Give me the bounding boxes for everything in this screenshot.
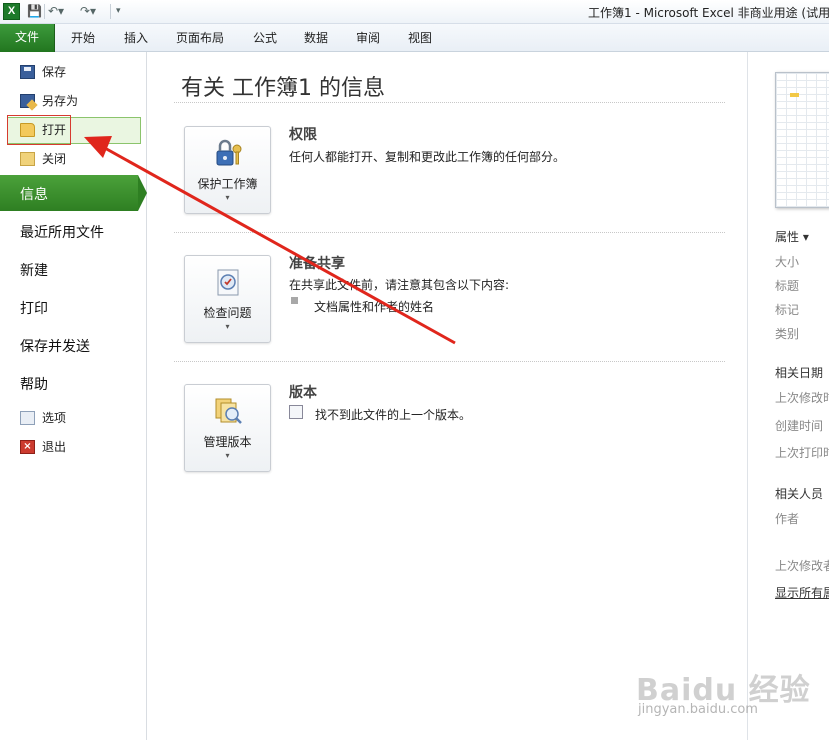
property-category: 类别	[775, 327, 800, 341]
save-command-label: 保存	[42, 65, 67, 79]
quick-save-icon[interactable]: 💾	[27, 3, 43, 20]
related-people-heading: 相关人员	[775, 487, 824, 501]
nav-item-recent[interactable]: 最近所用文件	[20, 222, 104, 242]
lock-key-icon	[216, 139, 242, 166]
tab-home[interactable]: 开始	[71, 29, 95, 46]
manage-versions-label: 管理版本	[203, 435, 252, 449]
divider	[174, 232, 725, 233]
options-command-label: 选项	[42, 411, 67, 425]
active-cell	[790, 93, 799, 97]
options-icon	[20, 411, 35, 425]
protect-workbook-label: 保护工作簿	[197, 177, 258, 191]
properties-panel: 属性 ▾ 大小 标题 标记 类别 相关日期 上次修改时 创建时间 上次打印时 相…	[747, 52, 829, 740]
save-as-command-label: 另存为	[42, 94, 79, 108]
check-issues-label: 检查问题	[203, 306, 252, 320]
ribbon-tabs: 文件 开始 插入 页面布局 公式 数据 审阅 视图	[0, 24, 829, 52]
prepare-share-bullet: 文档属性和作者的姓名	[314, 300, 435, 314]
nav-item-new[interactable]: 新建	[20, 260, 48, 280]
exit-command-label: 退出	[42, 440, 67, 454]
baidu-watermark-url: jingyan.baidu.com	[638, 702, 758, 717]
title-bar: X 💾 ↶▾ ↷▾ ▾ 工作簿1 - Microsoft Excel 非商业用途…	[0, 0, 829, 24]
properties-dropdown[interactable]: 属性 ▾	[775, 228, 809, 245]
chevron-down-icon: ▾	[225, 322, 230, 331]
nav-item-save-send[interactable]: 保存并发送	[20, 336, 90, 356]
date-last-modified: 上次修改时	[775, 391, 829, 405]
versions-icon	[215, 398, 242, 424]
property-tags: 标记	[775, 303, 800, 317]
save-as-icon	[20, 94, 35, 108]
undo-icon[interactable]: ↶▾	[48, 3, 70, 20]
document-icon	[289, 405, 303, 419]
workbook-thumbnail	[775, 72, 829, 208]
nav-item-info[interactable]: 信息	[0, 175, 147, 211]
tab-insert[interactable]: 插入	[124, 29, 148, 46]
inspect-document-icon	[217, 269, 239, 296]
open-command-label: 打开	[42, 123, 67, 137]
bullet-icon	[291, 297, 298, 304]
last-modified-by: 上次修改者	[775, 559, 829, 573]
nav-item-print[interactable]: 打印	[20, 298, 48, 318]
tab-view[interactable]: 视图	[408, 29, 432, 46]
backstage-nav: 保存 另存为 打开 关闭 信息 最近所用文件 新建 打印 保存并发送 帮助 选项…	[0, 52, 147, 740]
chevron-down-icon: ▾	[225, 193, 230, 202]
permissions-text: 任何人都能打开、复制和更改此工作簿的任何部分。	[289, 150, 566, 164]
versions-text: 找不到此文件的上一个版本。	[315, 408, 472, 422]
close-command-label: 关闭	[42, 152, 67, 166]
protect-workbook-button[interactable]: 保护工作簿 ▾	[184, 126, 271, 214]
property-size: 大小	[775, 255, 800, 269]
save-icon	[20, 65, 35, 79]
show-all-properties-link[interactable]: 显示所有属	[775, 584, 829, 601]
divider	[174, 361, 725, 362]
customize-quick-access-icon[interactable]: ▾	[116, 3, 128, 20]
tab-formulas[interactable]: 公式	[253, 29, 277, 46]
date-last-printed: 上次打印时	[775, 446, 829, 460]
divider	[174, 102, 725, 103]
check-issues-button[interactable]: 检查问题 ▾	[184, 255, 271, 343]
nav-item-help[interactable]: 帮助	[20, 374, 48, 394]
prepare-share-heading: 准备共享	[289, 256, 345, 272]
tab-review[interactable]: 审阅	[356, 29, 380, 46]
excel-logo-icon[interactable]: X	[3, 3, 20, 20]
close-folder-icon	[20, 152, 35, 166]
open-folder-icon	[20, 123, 35, 137]
manage-versions-button[interactable]: 管理版本 ▾	[184, 384, 271, 472]
people-author: 作者	[775, 512, 800, 526]
exit-icon: ×	[20, 440, 35, 454]
qa-separator	[44, 4, 45, 19]
redo-icon[interactable]: ↷▾	[80, 3, 102, 20]
date-created: 创建时间	[775, 419, 824, 433]
tab-data[interactable]: 数据	[304, 29, 328, 46]
nav-item-info-label: 信息	[20, 187, 48, 203]
tab-page-layout[interactable]: 页面布局	[176, 29, 224, 46]
page-title: 有关 工作簿1 的信息	[181, 76, 385, 101]
chevron-down-icon: ▾	[225, 451, 230, 460]
prepare-share-text: 在共享此文件前，请注意其包含以下内容:	[289, 278, 510, 292]
permissions-heading: 权限	[289, 127, 317, 143]
tab-file[interactable]: 文件	[0, 24, 55, 52]
related-dates-heading: 相关日期	[775, 366, 824, 380]
property-title: 标题	[775, 279, 800, 293]
qa-separator	[110, 4, 111, 19]
window-title: 工作簿1 - Microsoft Excel 非商业用途 (试用	[588, 6, 829, 20]
versions-heading: 版本	[289, 385, 317, 401]
